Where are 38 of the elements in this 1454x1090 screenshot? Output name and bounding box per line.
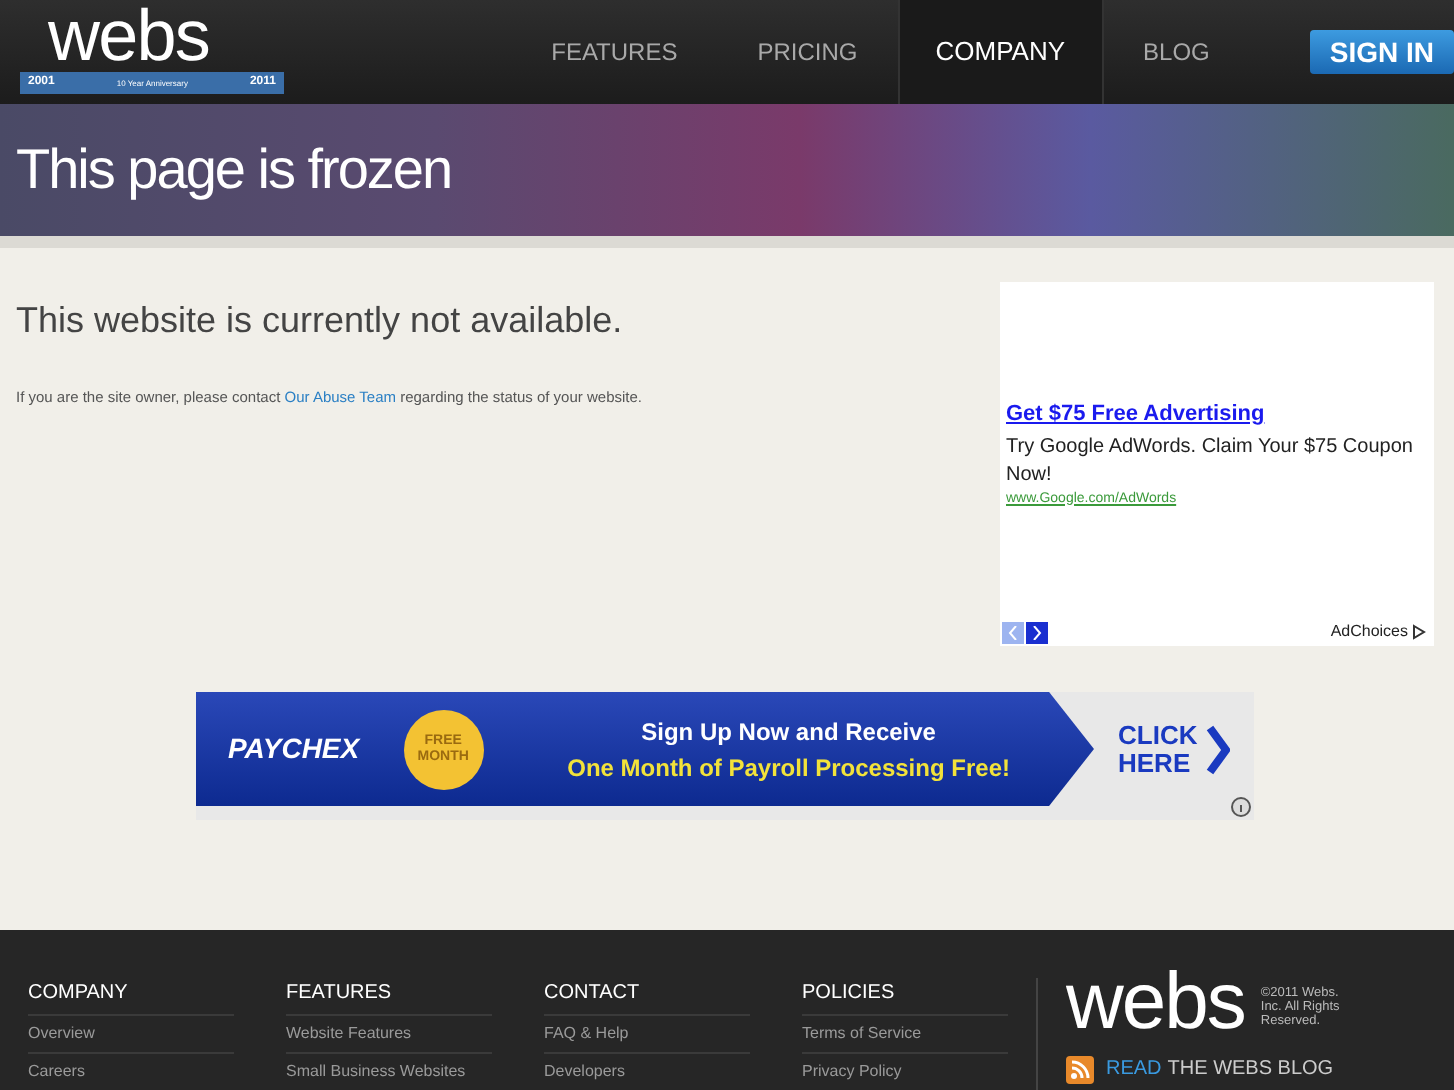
ad-title-link[interactable]: Get $75 Free Advertising	[1006, 398, 1428, 431]
chevron-left-icon	[1008, 626, 1018, 640]
rss-icon	[1066, 1055, 1094, 1083]
footer-link[interactable]: Website Features	[286, 1014, 492, 1048]
info-icon	[1230, 796, 1252, 818]
play-triangle-icon	[1412, 624, 1426, 640]
footer-link[interactable]: Careers	[28, 1052, 234, 1086]
nav-link[interactable]: BLOG	[1103, 0, 1250, 104]
footer-link[interactable]: Overview	[28, 1014, 234, 1048]
footer-link[interactable]: Small Business Websites	[286, 1052, 492, 1086]
footer-heading: FEATURES	[286, 982, 394, 1006]
offer-line: One Month of Payroll Processing Free!	[567, 751, 1010, 785]
footer-link[interactable]: Privacy Policy	[802, 1052, 1008, 1086]
chevron-right-icon	[1032, 626, 1042, 640]
paychex-logo: PAYCHEX	[228, 730, 360, 768]
ad-choices-link[interactable]: AdChoices	[1330, 620, 1426, 644]
footer-link[interactable]: Terms of Service	[802, 1014, 1008, 1048]
footer-wordmark: webs	[1066, 962, 1245, 1042]
page-title: This page is frozen	[16, 136, 452, 204]
nav-link[interactable]: COMPANY	[897, 0, 1104, 104]
nav-link[interactable]: PRICING	[717, 0, 898, 104]
footer-heading: CONTACT	[544, 982, 642, 1006]
blog-read-text: READ	[1106, 1056, 1162, 1084]
sign-in-button[interactable]: SIGN IN	[1309, 30, 1454, 74]
ad-body: Try Google AdWords. Claim Your $75 Coupon Now!	[1006, 433, 1415, 489]
next-button[interactable]	[1026, 622, 1048, 644]
unavailable-heading: This website is currently not available.	[16, 298, 625, 344]
nav-link[interactable]: FEATURES	[511, 0, 718, 104]
blog-name-text: THE WEBS BLOG	[1167, 1056, 1334, 1084]
footer-heading: COMPANY	[28, 982, 130, 1006]
blog-link[interactable]: READ THE WEBS BLOG	[1066, 1054, 1361, 1084]
click-here-text: CLICK HERE	[1118, 721, 1200, 777]
chevron-right-icon	[1206, 723, 1230, 775]
footer-link[interactable]: Developers	[544, 1052, 750, 1086]
offer-line: Sign Up Now and Receive	[641, 715, 936, 749]
logo-wordmark[interactable]: webs	[48, 0, 209, 72]
footer-heading: POLICIES	[802, 982, 897, 1006]
footer-link[interactable]: FAQ & Help	[544, 1014, 750, 1048]
